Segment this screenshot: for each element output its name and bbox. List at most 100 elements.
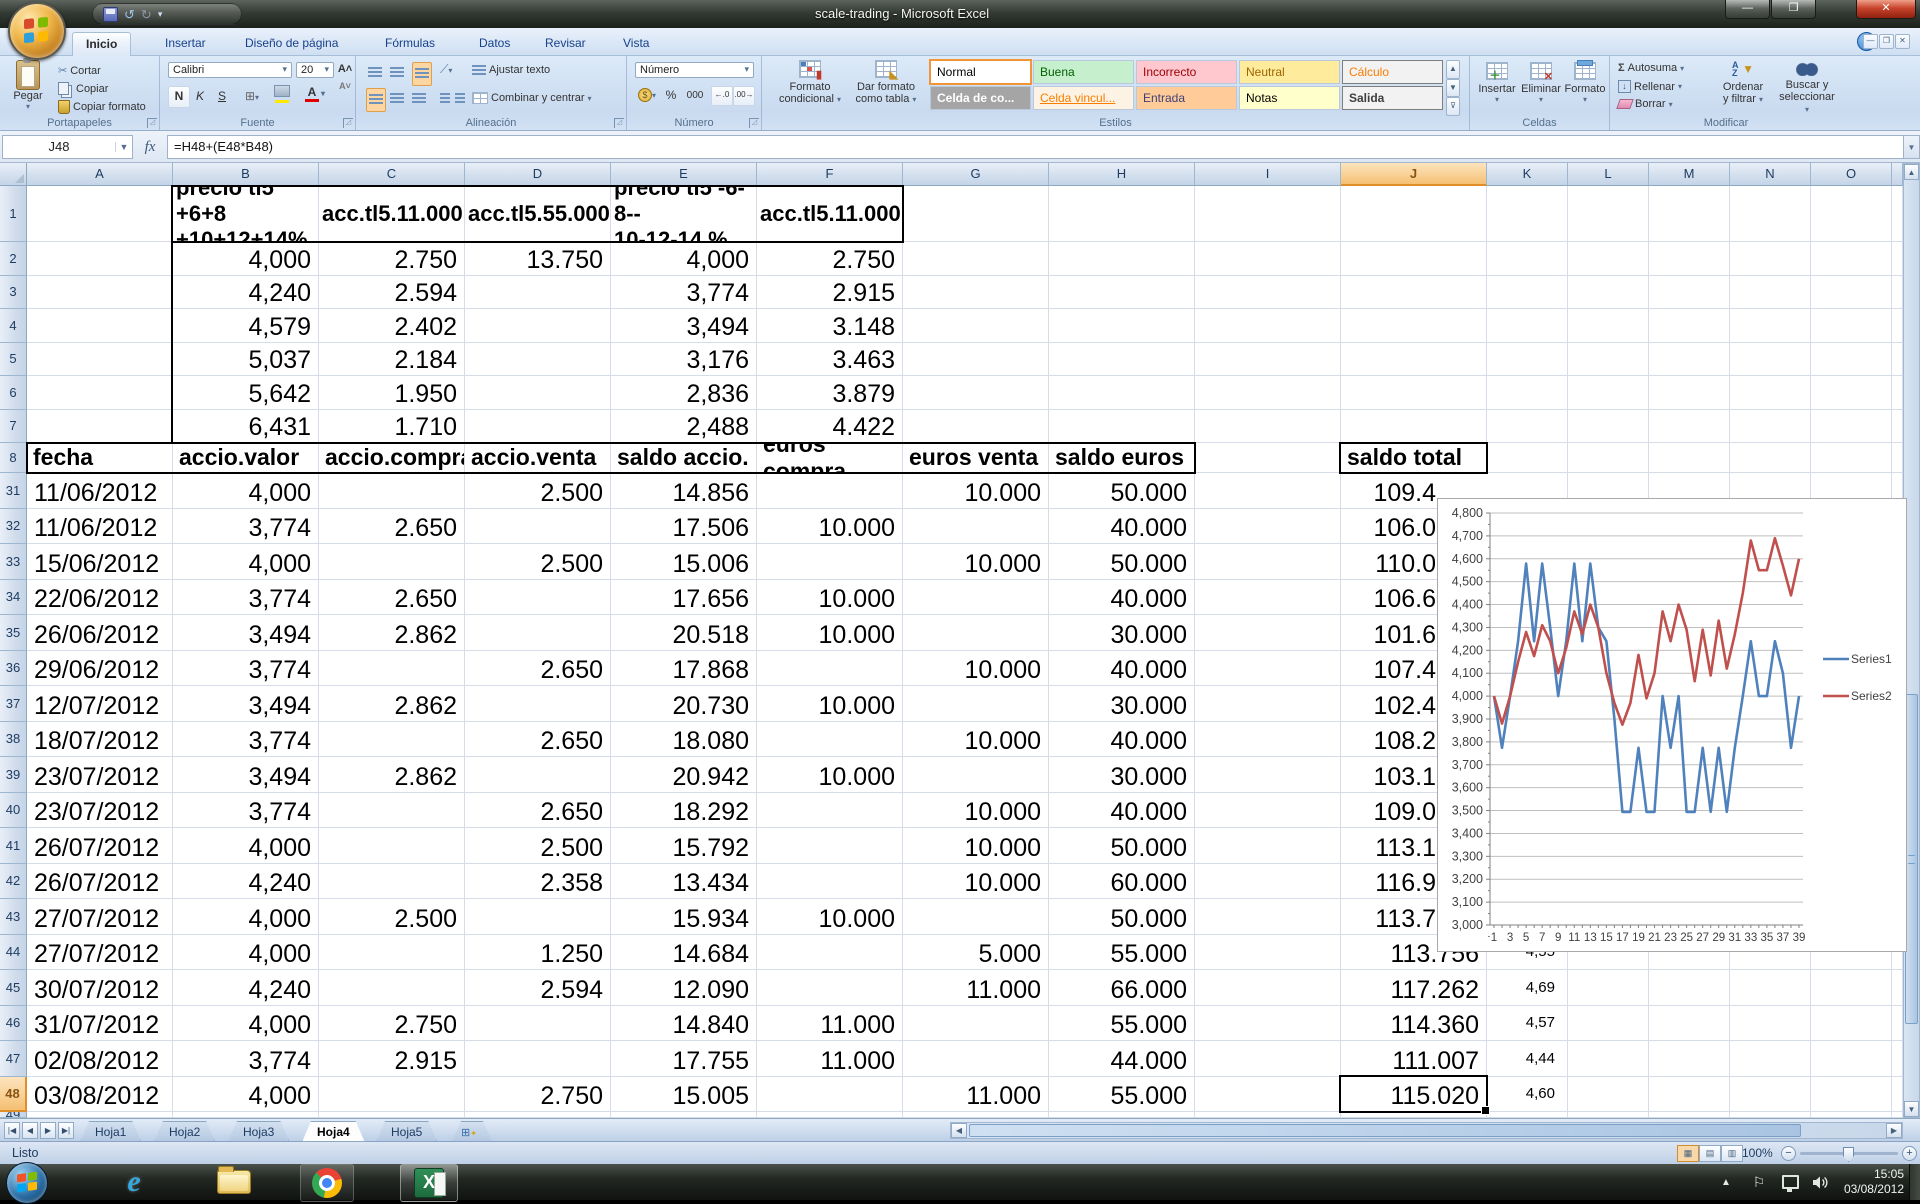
insert-function-button[interactable]: fx <box>133 135 167 159</box>
cell-C32[interactable]: 2.650 <box>319 509 465 545</box>
tray-flag-icon[interactable]: ⚐ <box>1748 1164 1770 1200</box>
cell-D46[interactable] <box>465 1006 611 1042</box>
cell-G38[interactable]: 10.000 <box>903 722 1049 758</box>
cell-O45[interactable] <box>1811 970 1892 1006</box>
cell-H7[interactable] <box>1049 410 1195 444</box>
cell-E44[interactable]: 14.684 <box>611 935 757 971</box>
cell-C36[interactable] <box>319 651 465 687</box>
percent-button[interactable]: % <box>661 86 681 106</box>
cell-I36[interactable] <box>1195 651 1341 687</box>
cell-J43[interactable]: 113.7 <box>1341 899 1437 935</box>
cell-M1[interactable] <box>1649 186 1730 242</box>
cell-B3[interactable]: 4,240 <box>173 276 319 310</box>
cell-B44[interactable]: 4,000 <box>173 935 319 971</box>
cell-G4[interactable] <box>903 309 1049 343</box>
cell-C35[interactable]: 2.862 <box>319 615 465 651</box>
cell-L4[interactable] <box>1568 309 1649 343</box>
cell-O1[interactable] <box>1811 186 1892 242</box>
cell-C1[interactable]: acc.tl5.11.000 <box>319 186 465 242</box>
cell-O48[interactable] <box>1811 1077 1892 1113</box>
cell-H47[interactable]: 44.000 <box>1049 1041 1195 1077</box>
cell-E46[interactable]: 14.840 <box>611 1006 757 1042</box>
row-header-32[interactable]: 32 <box>0 509 27 545</box>
view-page-layout-icon[interactable]: ▤ <box>1699 1145 1721 1162</box>
cell-G47[interactable] <box>903 1041 1049 1077</box>
cell-H33[interactable]: 50.000 <box>1049 544 1195 580</box>
cell-O2[interactable] <box>1811 242 1892 276</box>
cell-K2[interactable] <box>1487 242 1568 276</box>
column-header-A[interactable]: A <box>27 163 173 186</box>
cell-C41[interactable] <box>319 828 465 864</box>
cell-B38[interactable]: 3,774 <box>173 722 319 758</box>
cell-C7[interactable]: 1.710 <box>319 410 465 444</box>
cell-F43[interactable]: 10.000 <box>757 899 903 935</box>
cell-A48[interactable]: 03/08/2012 <box>27 1077 173 1113</box>
cell-N4[interactable] <box>1730 309 1811 343</box>
conditional-formatting-button[interactable]: ▮ Formatocondicional ▾ <box>774 60 846 106</box>
cell-style-buena[interactable]: Buena <box>1033 60 1134 84</box>
cell-A47[interactable]: 02/08/2012 <box>27 1041 173 1077</box>
cell-L2[interactable] <box>1568 242 1649 276</box>
cell-H4[interactable] <box>1049 309 1195 343</box>
cell-K48[interactable]: 4,60 <box>1487 1077 1568 1113</box>
cell-B34[interactable]: 3,774 <box>173 580 319 616</box>
cell-G42[interactable]: 10.000 <box>903 864 1049 900</box>
cell-H37[interactable]: 30.000 <box>1049 686 1195 722</box>
cell-B46[interactable]: 4,000 <box>173 1006 319 1042</box>
wrap-text-button[interactable]: Ajustar texto <box>472 64 550 76</box>
cell-D45[interactable]: 2.594 <box>465 970 611 1006</box>
cell-E3[interactable]: 3,774 <box>611 276 757 310</box>
cell-style-salida[interactable]: Salida <box>1342 86 1443 110</box>
decrease-decimal-button[interactable]: .00→ <box>733 86 755 106</box>
cell-F1[interactable]: acc.tl5.11.000 <box>757 186 903 242</box>
clear-button[interactable]: Borrar▾ <box>1618 98 1673 110</box>
row-header-47[interactable]: 47 <box>0 1041 27 1077</box>
cell-F47[interactable]: 11.000 <box>757 1041 903 1077</box>
column-header-I[interactable]: I <box>1195 163 1341 186</box>
insert-worksheet-tab[interactable]: ⊞✦ <box>452 1121 492 1142</box>
cell-A37[interactable]: 12/07/2012 <box>27 686 173 722</box>
decrease-indent-icon[interactable] <box>440 90 450 108</box>
sheet-tab-Hoja4[interactable]: Hoja4 <box>302 1121 365 1142</box>
cell-J3[interactable] <box>1341 276 1487 310</box>
select-all-corner[interactable] <box>0 163 27 186</box>
cell-B8[interactable]: accio.valor <box>173 443 319 473</box>
row-header-2[interactable]: 2 <box>0 242 27 276</box>
row-header-40[interactable]: 40 <box>0 793 27 829</box>
cell-G35[interactable] <box>903 615 1049 651</box>
cell-I8[interactable] <box>1195 443 1341 473</box>
cell-G6[interactable] <box>903 376 1049 410</box>
sort-filter-button[interactable]: AZ▼ Ordenary filtrar ▾ <box>1712 60 1774 106</box>
column-header-C[interactable]: C <box>319 163 465 186</box>
accounting-format-button[interactable]: $▾ <box>635 86 659 106</box>
cell-A32[interactable]: 11/06/2012 <box>27 509 173 545</box>
cell-D42[interactable]: 2.358 <box>465 864 611 900</box>
grow-font-button[interactable]: A˄ <box>336 62 354 80</box>
cell-E39[interactable]: 20.942 <box>611 757 757 793</box>
cell-B7[interactable]: 6,431 <box>173 410 319 444</box>
cell-J2[interactable] <box>1341 242 1487 276</box>
cell-D8[interactable]: accio.venta <box>465 443 611 473</box>
cell-A31[interactable]: 11/06/2012 <box>27 473 173 509</box>
cell-F4[interactable]: 3.148 <box>757 309 903 343</box>
cell-D36[interactable]: 2.650 <box>465 651 611 687</box>
cell-C6[interactable]: 1.950 <box>319 376 465 410</box>
taskbar-clock[interactable]: 15:05 03/08/2012 <box>1844 1167 1904 1197</box>
workbook-minimize-icon[interactable]: — <box>1863 34 1878 49</box>
cell-K3[interactable] <box>1487 276 1568 310</box>
cell-F3[interactable]: 2.915 <box>757 276 903 310</box>
find-select-button[interactable]: Buscar yseleccionar ▾ <box>1776 60 1838 116</box>
cell-M2[interactable] <box>1649 242 1730 276</box>
cell-A42[interactable]: 26/07/2012 <box>27 864 173 900</box>
fill-color-button[interactable] <box>268 84 296 108</box>
cell-P7[interactable] <box>1892 410 1903 444</box>
cell-N2[interactable] <box>1730 242 1811 276</box>
cell-J33[interactable]: 110.0 <box>1341 544 1437 580</box>
format-painter-button[interactable]: Copiar formato <box>58 100 146 114</box>
cell-J41[interactable]: 113.1 <box>1341 828 1437 864</box>
cell-G3[interactable] <box>903 276 1049 310</box>
cell-J4[interactable] <box>1341 309 1487 343</box>
cell-D2[interactable]: 13.750 <box>465 242 611 276</box>
cell-I38[interactable] <box>1195 722 1341 758</box>
cell-F42[interactable] <box>757 864 903 900</box>
